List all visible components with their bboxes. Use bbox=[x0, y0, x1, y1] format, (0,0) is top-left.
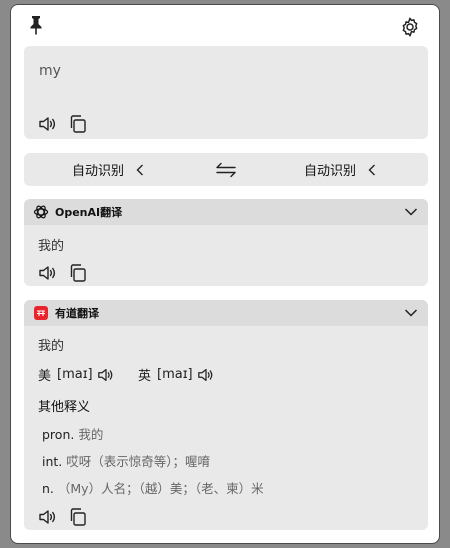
openai-translation-text: 我的 bbox=[38, 239, 65, 254]
other-meanings-title: 其他释义 bbox=[38, 400, 91, 415]
youdao-logo-icon bbox=[34, 306, 48, 320]
input-card[interactable]: my bbox=[24, 46, 428, 139]
copy-icon[interactable] bbox=[68, 263, 88, 283]
speaker-icon[interactable] bbox=[38, 263, 58, 283]
source-language-label: 自动识别 bbox=[72, 164, 125, 179]
youdao-service-header[interactable]: 有道翻译 bbox=[24, 300, 428, 326]
definition-meaning: 哎呀（表示惊奇等）；喔唷 bbox=[66, 454, 211, 469]
speaker-icon[interactable] bbox=[97, 366, 115, 384]
phonetic-us: 美 [maɪ] bbox=[38, 365, 115, 384]
speaker-icon[interactable] bbox=[38, 114, 58, 134]
speaker-icon[interactable] bbox=[38, 507, 58, 527]
chevron-left-icon bbox=[368, 164, 376, 175]
openai-actions bbox=[38, 263, 88, 283]
chevron-left-icon bbox=[136, 164, 144, 175]
chevron-down-icon[interactable] bbox=[404, 207, 418, 217]
copy-icon[interactable] bbox=[68, 114, 88, 134]
definition-pos: pron. bbox=[42, 427, 75, 442]
definition-pos: n. bbox=[42, 481, 54, 496]
phonetic-uk-label: 英 bbox=[138, 369, 152, 384]
input-text[interactable]: my bbox=[39, 63, 61, 79]
definition-meaning: （My）人名；（越）美；（老、柬）米 bbox=[57, 481, 264, 496]
openai-logo-icon bbox=[33, 205, 49, 219]
youdao-actions bbox=[38, 507, 88, 527]
phonetic-uk: 英 [maɪ] bbox=[138, 365, 215, 384]
settings-gear-icon[interactable] bbox=[399, 16, 421, 38]
translator-window: my 自动识别 自动识别 OpenAI翻译 我的 有道翻译 我的 美 [maɪ]… bbox=[10, 4, 440, 544]
definition-meaning: 我的 bbox=[78, 427, 104, 442]
phonetic-us-ipa: [maɪ] bbox=[57, 367, 93, 382]
target-language-label: 自动识别 bbox=[304, 164, 357, 179]
definition-pos: int. bbox=[42, 454, 63, 469]
definition-row: int. 哎呀（表示惊奇等）；喔唷 bbox=[42, 451, 210, 470]
chevron-down-icon[interactable] bbox=[404, 308, 418, 318]
pin-icon[interactable] bbox=[27, 15, 45, 35]
input-actions bbox=[38, 114, 88, 134]
phonetic-uk-ipa: [maɪ] bbox=[157, 367, 193, 382]
youdao-service-name: 有道翻译 bbox=[55, 307, 99, 320]
copy-icon[interactable] bbox=[68, 507, 88, 527]
definition-row: pron. 我的 bbox=[42, 424, 103, 443]
openai-result-card: OpenAI翻译 我的 bbox=[24, 199, 428, 286]
swap-languages-icon[interactable] bbox=[215, 161, 237, 179]
youdao-result-card: 有道翻译 我的 美 [maɪ] 英 [maɪ] 其他释义 pron. 我的 in… bbox=[24, 300, 428, 530]
phonetic-us-label: 美 bbox=[38, 369, 52, 384]
youdao-translation-text: 我的 bbox=[38, 339, 65, 354]
source-language-select[interactable]: 自动识别 bbox=[72, 153, 144, 186]
target-language-select[interactable]: 自动识别 bbox=[304, 153, 376, 186]
openai-service-header[interactable]: OpenAI翻译 bbox=[24, 199, 428, 225]
openai-service-name: OpenAI翻译 bbox=[55, 206, 123, 219]
top-bar bbox=[11, 5, 439, 45]
speaker-icon[interactable] bbox=[197, 366, 215, 384]
language-bar: 自动识别 自动识别 bbox=[24, 153, 428, 186]
definition-row: n. （My）人名；（越）美；（老、柬）米 bbox=[42, 478, 264, 497]
